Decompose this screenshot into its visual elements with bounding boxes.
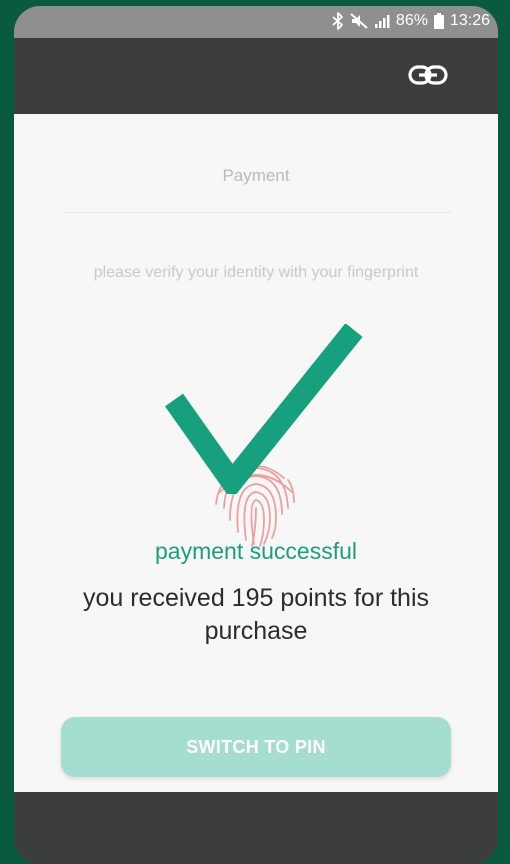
- status-icons: 86% 13:26: [332, 12, 490, 30]
- points-message: you received 195 points for this purchas…: [82, 584, 430, 645]
- battery-icon: [433, 13, 444, 29]
- link-icon[interactable]: [408, 64, 448, 91]
- navigation-bar: [14, 792, 498, 864]
- clock: 13:26: [449, 12, 490, 29]
- checkmark-icon: [164, 323, 364, 501]
- mute-icon: [350, 12, 368, 30]
- status-bar: 86% 13:26: [14, 6, 498, 38]
- switch-to-pin-button[interactable]: SWITCH TO PIN: [61, 717, 451, 777]
- app-bar: [14, 38, 498, 114]
- success-message: payment successful: [155, 538, 357, 564]
- signal-icon: [374, 13, 390, 29]
- phone-screen: 86% 13:26 Payment please verify your ide…: [14, 6, 498, 864]
- bluetooth-icon: [332, 12, 344, 30]
- payment-panel: Payment please verify your identity with…: [14, 114, 498, 792]
- divider: [62, 212, 451, 213]
- page-title: Payment: [222, 166, 290, 185]
- fingerprint-instruction: please verify your identity with your fi…: [93, 264, 419, 281]
- battery-percent: 86%: [395, 12, 428, 29]
